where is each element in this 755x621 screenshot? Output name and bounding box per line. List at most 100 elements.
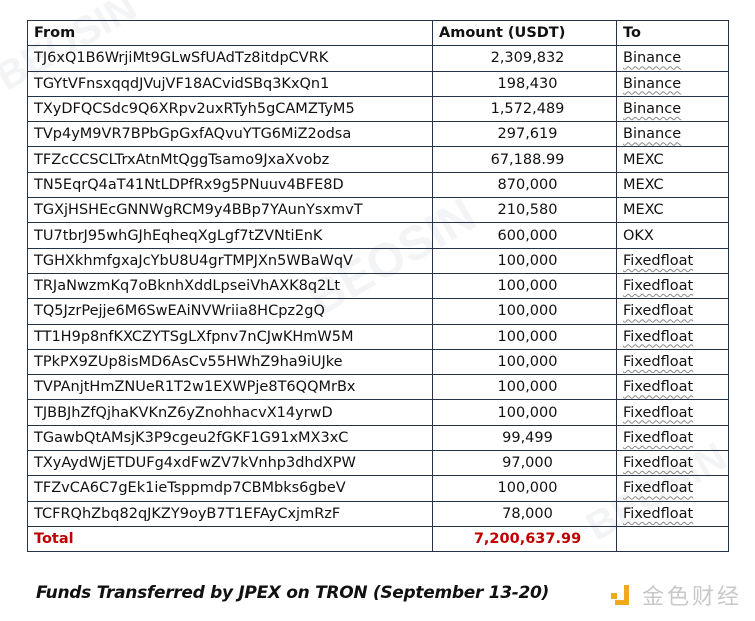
amount-cell: 67,188.99 <box>432 146 617 173</box>
amount-cell: 870,000 <box>432 171 617 199</box>
table-row: TVp4yM9VR7BPbGpGxfAQvuYTG6MiZ2odsa 297,61… <box>27 121 729 148</box>
destination-cell: Fixedfloat <box>616 272 729 300</box>
destination-cell: Fixedfloat <box>616 399 729 426</box>
table-row: TN5EqrQ4aT41NtLDPfRx9g5PNuuv4BFE8D 870,00… <box>27 171 729 199</box>
table-row: TJ6xQ1B6WrjiMt9GLwSfUAdTz8itdpCVRK 2,309,… <box>27 45 729 72</box>
from-address: TFZvCA6C7gEk1ieTsppmdp7CBMbks6gbeV <box>27 475 433 502</box>
amount-cell: 297,619 <box>432 121 617 148</box>
amount-cell: 198,430 <box>432 70 617 97</box>
total-row: Total 7,200,637.99 <box>27 525 729 553</box>
from-address: TQ5JzrPejje6M6SwEAiNVWriia8HCpz2gQ <box>27 298 433 325</box>
from-address: TXyDFQCSdc9Q6XRpv2uxRTyh5gCAMZTyM5 <box>27 95 433 123</box>
amount-cell: 99,499 <box>432 424 617 452</box>
destination-exchange: Fixedfloat <box>623 505 694 522</box>
destination-cell: Fixedfloat <box>616 475 729 502</box>
table-row: TXyDFQCSdc9Q6XRpv2uxRTyh5gCAMZTyM5 1,572,… <box>27 95 729 123</box>
from-address: TGXjHSHEcGNNWgRCM9y4BBp7YAunYsxmvT <box>27 197 433 224</box>
from-address: TJBBJhZfQjhaKVKnZ6yZnohhacvX14yrwD <box>27 399 433 426</box>
destination-exchange: MEXC <box>623 176 664 193</box>
from-address: TN5EqrQ4aT41NtLDPfRx9g5PNuuv4BFE8D <box>27 171 433 199</box>
from-address: TU7tbrJ95whGJhEqheqXgLgf7tZVNtiEnK <box>27 222 433 249</box>
total-amount: 7,200,637.99 <box>432 525 617 553</box>
destination-exchange: Fixedfloat <box>623 278 694 295</box>
from-address: TVp4yM9VR7BPbGpGxfAQvuYTG6MiZ2odsa <box>27 121 433 148</box>
destination-cell: Binance <box>616 95 729 123</box>
amount-cell: 210,580 <box>432 197 617 224</box>
amount-cell: 97,000 <box>432 450 617 477</box>
destination-cell: Binance <box>616 45 729 72</box>
destination-cell: MEXC <box>616 197 729 224</box>
amount-cell: 100,000 <box>432 374 617 401</box>
from-address: TGawbQtAMsjK3P9cgeu2fGKF1G91xMX3xC <box>27 424 433 452</box>
destination-exchange: Binance <box>623 50 682 67</box>
logo-text: 金色财经 <box>642 585 743 610</box>
from-address: TCFRQhZbq82qJKZY9oyB7T1EFAyCxjmRzF <box>27 500 433 527</box>
destination-cell: Fixedfloat <box>616 323 729 350</box>
from-address: TRJaNwzmKq7oBknhXddLpseiVhAXK8q2Lt <box>27 272 433 300</box>
destination-cell: Fixedfloat <box>616 374 729 401</box>
amount-cell: 100,000 <box>432 348 617 376</box>
destination-cell: Fixedfloat <box>616 450 729 477</box>
table-row: TRJaNwzmKq7oBknhXddLpseiVhAXK8q2Lt 100,00… <box>27 272 729 300</box>
from-address: TJ6xQ1B6WrjiMt9GLwSfUAdTz8itdpCVRK <box>27 45 433 72</box>
destination-cell: OKX <box>616 222 729 249</box>
amount-cell: 100,000 <box>432 298 617 325</box>
destination-exchange: Fixedfloat <box>623 354 694 370</box>
destination-cell: Fixedfloat <box>616 348 729 376</box>
from-address: TXyAydWjETDUFg4xdFwZV7kVnhp3dhdXPW <box>27 450 433 477</box>
destination-exchange: Fixedfloat <box>623 404 694 421</box>
table-row: TCFRQhZbq82qJKZY9oyB7T1EFAyCxjmRzF 78,000… <box>27 500 729 527</box>
table-row: TQ5JzrPejje6M6SwEAiNVWriia8HCpz2gQ 100,00… <box>27 298 729 325</box>
table-row: TVPAnjtHmZNUeR1T2w1EXWPje8T6QQMrBx 100,00… <box>27 374 729 401</box>
amount-cell: 100,000 <box>432 272 617 300</box>
amount-cell: 100,000 <box>432 399 617 426</box>
amount-cell: 600,000 <box>432 222 617 249</box>
from-address: TFZcCCSCLTrxAtnMtQggTsamo9JxaXvobz <box>27 146 433 173</box>
destination-exchange: Fixedfloat <box>623 455 694 472</box>
destination-cell: MEXC <box>616 146 729 173</box>
table-row: TU7tbrJ95whGJhEqheqXgLgf7tZVNtiEnK 600,00… <box>27 222 729 249</box>
amount-cell: 78,000 <box>432 500 617 527</box>
table-row: TT1H9p8nfKXCZYTSgLXfpnv7nCJwKHmW5M 100,00… <box>27 323 729 350</box>
amount-cell: 100,000 <box>432 323 617 350</box>
from-address: TVPAnjtHmZNUeR1T2w1EXWPje8T6QQMrBx <box>27 374 433 401</box>
table-caption: Funds Transferred by JPEX on TRON (Septe… <box>36 583 550 603</box>
amount-cell: 2,309,832 <box>432 45 617 72</box>
destination-cell: Fixedfloat <box>616 424 729 452</box>
header-amount: Amount (USDT) <box>432 19 617 47</box>
table-row: TXyAydWjETDUFg4xdFwZV7kVnhp3dhdXPW 97,000… <box>27 450 729 477</box>
total-label: Total <box>27 525 433 553</box>
destination-cell: Fixedfloat <box>616 247 729 274</box>
destination-exchange: Fixedfloat <box>623 252 694 269</box>
table-row: TPkPX9ZUp8isMD6AsCv55HWhZ9ha9iUJke 100,00… <box>27 348 729 376</box>
table-row: TJBBJhZfQjhaKVKnZ6yZnohhacvX14yrwD 100,00… <box>27 399 729 426</box>
jinse-logo-icon <box>611 583 633 607</box>
table-row: TGYtVFnsxqqdJVujVF18ACvidSBq3KxQn1 198,43… <box>27 70 729 97</box>
publisher-logo: 金色财经 <box>611 579 742 611</box>
table-row: TGXjHSHEcGNNWgRCM9y4BBp7YAunYsxmvT 210,58… <box>27 197 729 224</box>
header-from: From <box>27 19 433 47</box>
destination-exchange: Binance <box>623 75 682 92</box>
funds-table: From Amount (USDT) To TJ6xQ1B6WrjiMt9GLw… <box>27 19 729 553</box>
destination-exchange: MEXC <box>623 151 664 168</box>
destination-exchange: Binance <box>623 101 682 118</box>
destination-cell: Binance <box>616 70 729 97</box>
total-to <box>616 525 729 553</box>
from-address: TT1H9p8nfKXCZYTSgLXfpnv7nCJwKHmW5M <box>27 323 433 350</box>
destination-cell: Binance <box>616 121 729 148</box>
from-address: TPkPX9ZUp8isMD6AsCv55HWhZ9ha9iUJke <box>27 348 433 376</box>
destination-cell: Fixedfloat <box>616 500 729 527</box>
table-row: TFZvCA6C7gEk1ieTsppmdp7CBMbks6gbeV 100,00… <box>27 475 729 502</box>
amount-cell: 100,000 <box>432 247 617 274</box>
from-address: TGHXkhmfgxaJcYbU8U4grTMPJXn5WBaWqV <box>27 247 433 274</box>
destination-cell: Fixedfloat <box>616 298 729 325</box>
table-row: TGHXkhmfgxaJcYbU8U4grTMPJXn5WBaWqV 100,00… <box>27 247 729 274</box>
destination-exchange: Fixedfloat <box>623 303 694 320</box>
amount-cell: 100,000 <box>432 475 617 502</box>
destination-exchange: Fixedfloat <box>623 429 694 446</box>
destination-exchange: Fixedfloat <box>623 480 694 497</box>
from-address: TGYtVFnsxqqdJVujVF18ACvidSBq3KxQn1 <box>27 70 433 97</box>
destination-exchange: OKX <box>623 227 654 244</box>
header-to: To <box>616 19 729 47</box>
table-row: TGawbQtAMsjK3P9cgeu2fGKF1G91xMX3xC 99,499… <box>27 424 729 452</box>
